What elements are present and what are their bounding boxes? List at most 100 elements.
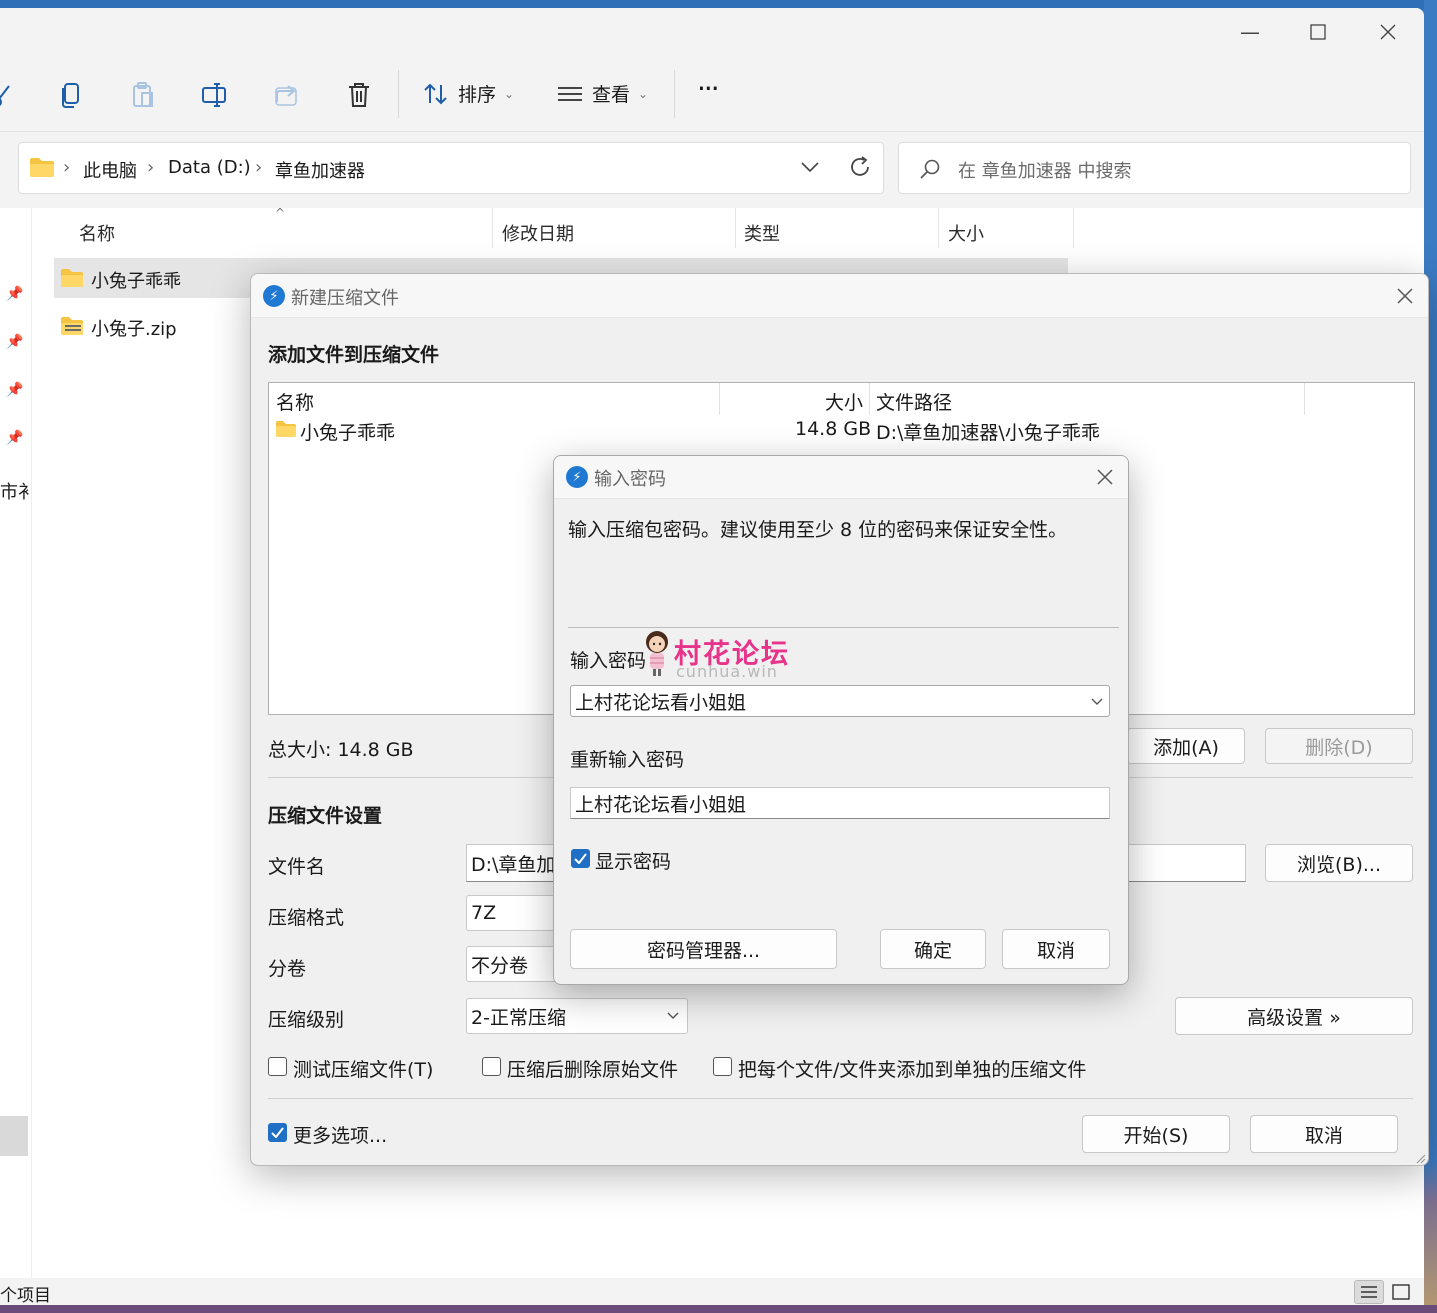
column-divider [492, 208, 493, 248]
test-archive-label[interactable]: 测试压缩文件(T) [293, 1055, 433, 1082]
breadcrumb-data-drive[interactable]: Data (D:) [168, 157, 251, 178]
show-password-label[interactable]: 显示密码 [595, 847, 671, 874]
file-name: 小兔子.zip [91, 319, 177, 340]
minimize-button[interactable]: — [1220, 14, 1280, 50]
share-button[interactable] [269, 78, 305, 112]
reenter-password-label: 重新输入密码 [570, 749, 685, 771]
zip-folder-icon [61, 317, 83, 335]
rename-button[interactable] [197, 78, 233, 112]
add-files-heading: 添加文件到压缩文件 [268, 344, 440, 366]
breadcrumb-separator: › [63, 157, 71, 178]
item-count: 个项目 [0, 1286, 51, 1305]
more-options-checkbox[interactable] [268, 1123, 287, 1142]
format-label: 压缩格式 [268, 907, 345, 929]
start-button[interactable]: 开始(S) [1082, 1115, 1230, 1153]
chevron-down-icon[interactable] [801, 161, 819, 173]
cancel-button[interactable]: 取消 [1002, 929, 1110, 969]
list-header-size[interactable]: 大小 [825, 388, 863, 415]
cut-icon [0, 85, 10, 106]
column-header-name[interactable]: 名称 [79, 220, 115, 246]
row-name: 小兔子乖乖 [300, 422, 396, 444]
paste-button[interactable] [125, 78, 161, 112]
maximize-icon [1310, 24, 1326, 40]
maximize-button[interactable] [1288, 14, 1348, 50]
close-button[interactable] [1358, 14, 1418, 50]
delete-after-checkbox[interactable] [482, 1057, 501, 1076]
column-divider [869, 383, 870, 415]
toolbar-divider [674, 70, 675, 118]
address-bar[interactable]: › 此电脑 › Data (D:) › 章鱼加速器 [18, 142, 884, 194]
refresh-icon[interactable] [848, 155, 872, 179]
details-view-icon [1361, 1286, 1377, 1298]
archive-settings-heading: 压缩文件设置 [268, 805, 383, 827]
column-header-type[interactable]: 类型 [744, 220, 780, 246]
file-name: 小兔子乖乖 [91, 271, 181, 292]
column-header-date[interactable]: 修改日期 [502, 220, 574, 246]
more-options-button[interactable]: ··· [697, 72, 720, 105]
list-header-name[interactable]: 名称 [276, 388, 314, 415]
breadcrumb-folder[interactable]: 章鱼加速器 [275, 157, 365, 183]
dialog-title: 新建压缩文件 [291, 288, 399, 309]
folder-icon [276, 421, 296, 437]
chevron-down-icon[interactable] [1091, 698, 1103, 706]
close-icon[interactable] [1396, 287, 1414, 305]
folder-icon [61, 269, 83, 287]
search-placeholder: 在 章鱼加速器 中搜索 [958, 161, 1132, 182]
split-value: 不分卷 [471, 954, 529, 977]
cancel-button[interactable]: 取消 [1250, 1115, 1398, 1153]
separate-archives-checkbox[interactable] [713, 1057, 732, 1076]
reenter-password-value: 上村花论坛看小姐姐 [575, 793, 747, 816]
toolbar-divider [398, 70, 399, 118]
add-button[interactable]: 添加(A) [1127, 728, 1245, 764]
separate-archives-label[interactable]: 把每个文件/文件夹添加到单独的压缩文件 [738, 1055, 1086, 1082]
trash-icon [349, 83, 369, 107]
level-select[interactable]: 2-正常压缩 [466, 998, 688, 1034]
password-input[interactable]: 上村花论坛看小姐姐 [570, 685, 1110, 717]
password-manager-button[interactable]: 密码管理器... [570, 929, 837, 969]
split-label: 分卷 [268, 958, 307, 980]
ok-button[interactable]: 确定 [880, 929, 986, 969]
chevron-down-icon [667, 1012, 679, 1019]
row-path: D:\章鱼加速器\小兔子乖乖 [876, 422, 1100, 444]
cut-button[interactable] [0, 78, 20, 112]
sort-ascending-icon: ^ [275, 206, 286, 220]
list-header-path[interactable]: 文件路径 [876, 388, 952, 415]
app-logo-icon: ⚡ [566, 466, 588, 488]
sort-button[interactable]: 排序 ⌄ [422, 80, 514, 107]
reenter-password-input[interactable]: 上村花论坛看小姐姐 [570, 787, 1110, 819]
tiles-view-button[interactable] [1388, 1280, 1414, 1304]
details-view-button[interactable] [1354, 1280, 1384, 1304]
test-archive-checkbox[interactable] [268, 1057, 287, 1076]
checkmark-icon [574, 853, 587, 864]
app-logo-icon: ⚡ [263, 285, 285, 307]
explorer-toolbar: 排序 ⌄ 查看 ⌄ ··· [0, 58, 1424, 132]
search-box[interactable]: 在 章鱼加速器 中搜索 [898, 142, 1411, 194]
resize-grip-icon[interactable] [1414, 1152, 1426, 1164]
table-row[interactable]: 小兔子乖乖 14.8 GB D:\章鱼加速器\小兔子乖乖 [269, 417, 1414, 445]
view-list-icon [558, 86, 582, 101]
folder-icon [30, 158, 54, 177]
delete-button[interactable]: 删除(D) [1265, 728, 1413, 764]
delete-button[interactable] [341, 78, 377, 112]
nav-selected-item[interactable] [0, 1116, 28, 1156]
column-divider [735, 208, 736, 248]
breadcrumb-this-pc[interactable]: 此电脑 [83, 157, 137, 183]
tiles-view-icon [1392, 1284, 1410, 1300]
advanced-settings-button[interactable]: 高级设置 » [1175, 997, 1413, 1035]
close-icon[interactable] [1096, 468, 1114, 486]
view-button[interactable]: 查看 ⌄ [556, 80, 648, 107]
show-password-checkbox[interactable] [571, 849, 590, 868]
browse-button[interactable]: 浏览(B)... [1265, 844, 1413, 882]
watermark-mascot [644, 628, 672, 678]
column-header-size[interactable]: 大小 [948, 220, 984, 246]
explorer-titlebar: — [0, 8, 1424, 58]
delete-after-label[interactable]: 压缩后删除原始文件 [507, 1055, 678, 1082]
copy-button[interactable] [53, 78, 89, 112]
format-value: 7Z [471, 902, 497, 924]
breadcrumb-separator: › [255, 157, 263, 178]
more-options-label[interactable]: 更多选项... [293, 1121, 387, 1148]
pin-icon: 📌 [6, 382, 24, 398]
nav-item-fragment[interactable]: 市衤 [0, 478, 36, 504]
breadcrumb-separator: › [147, 157, 155, 178]
navigation-pane: 📌 📌 📌 📌 市衤 [0, 208, 36, 1278]
